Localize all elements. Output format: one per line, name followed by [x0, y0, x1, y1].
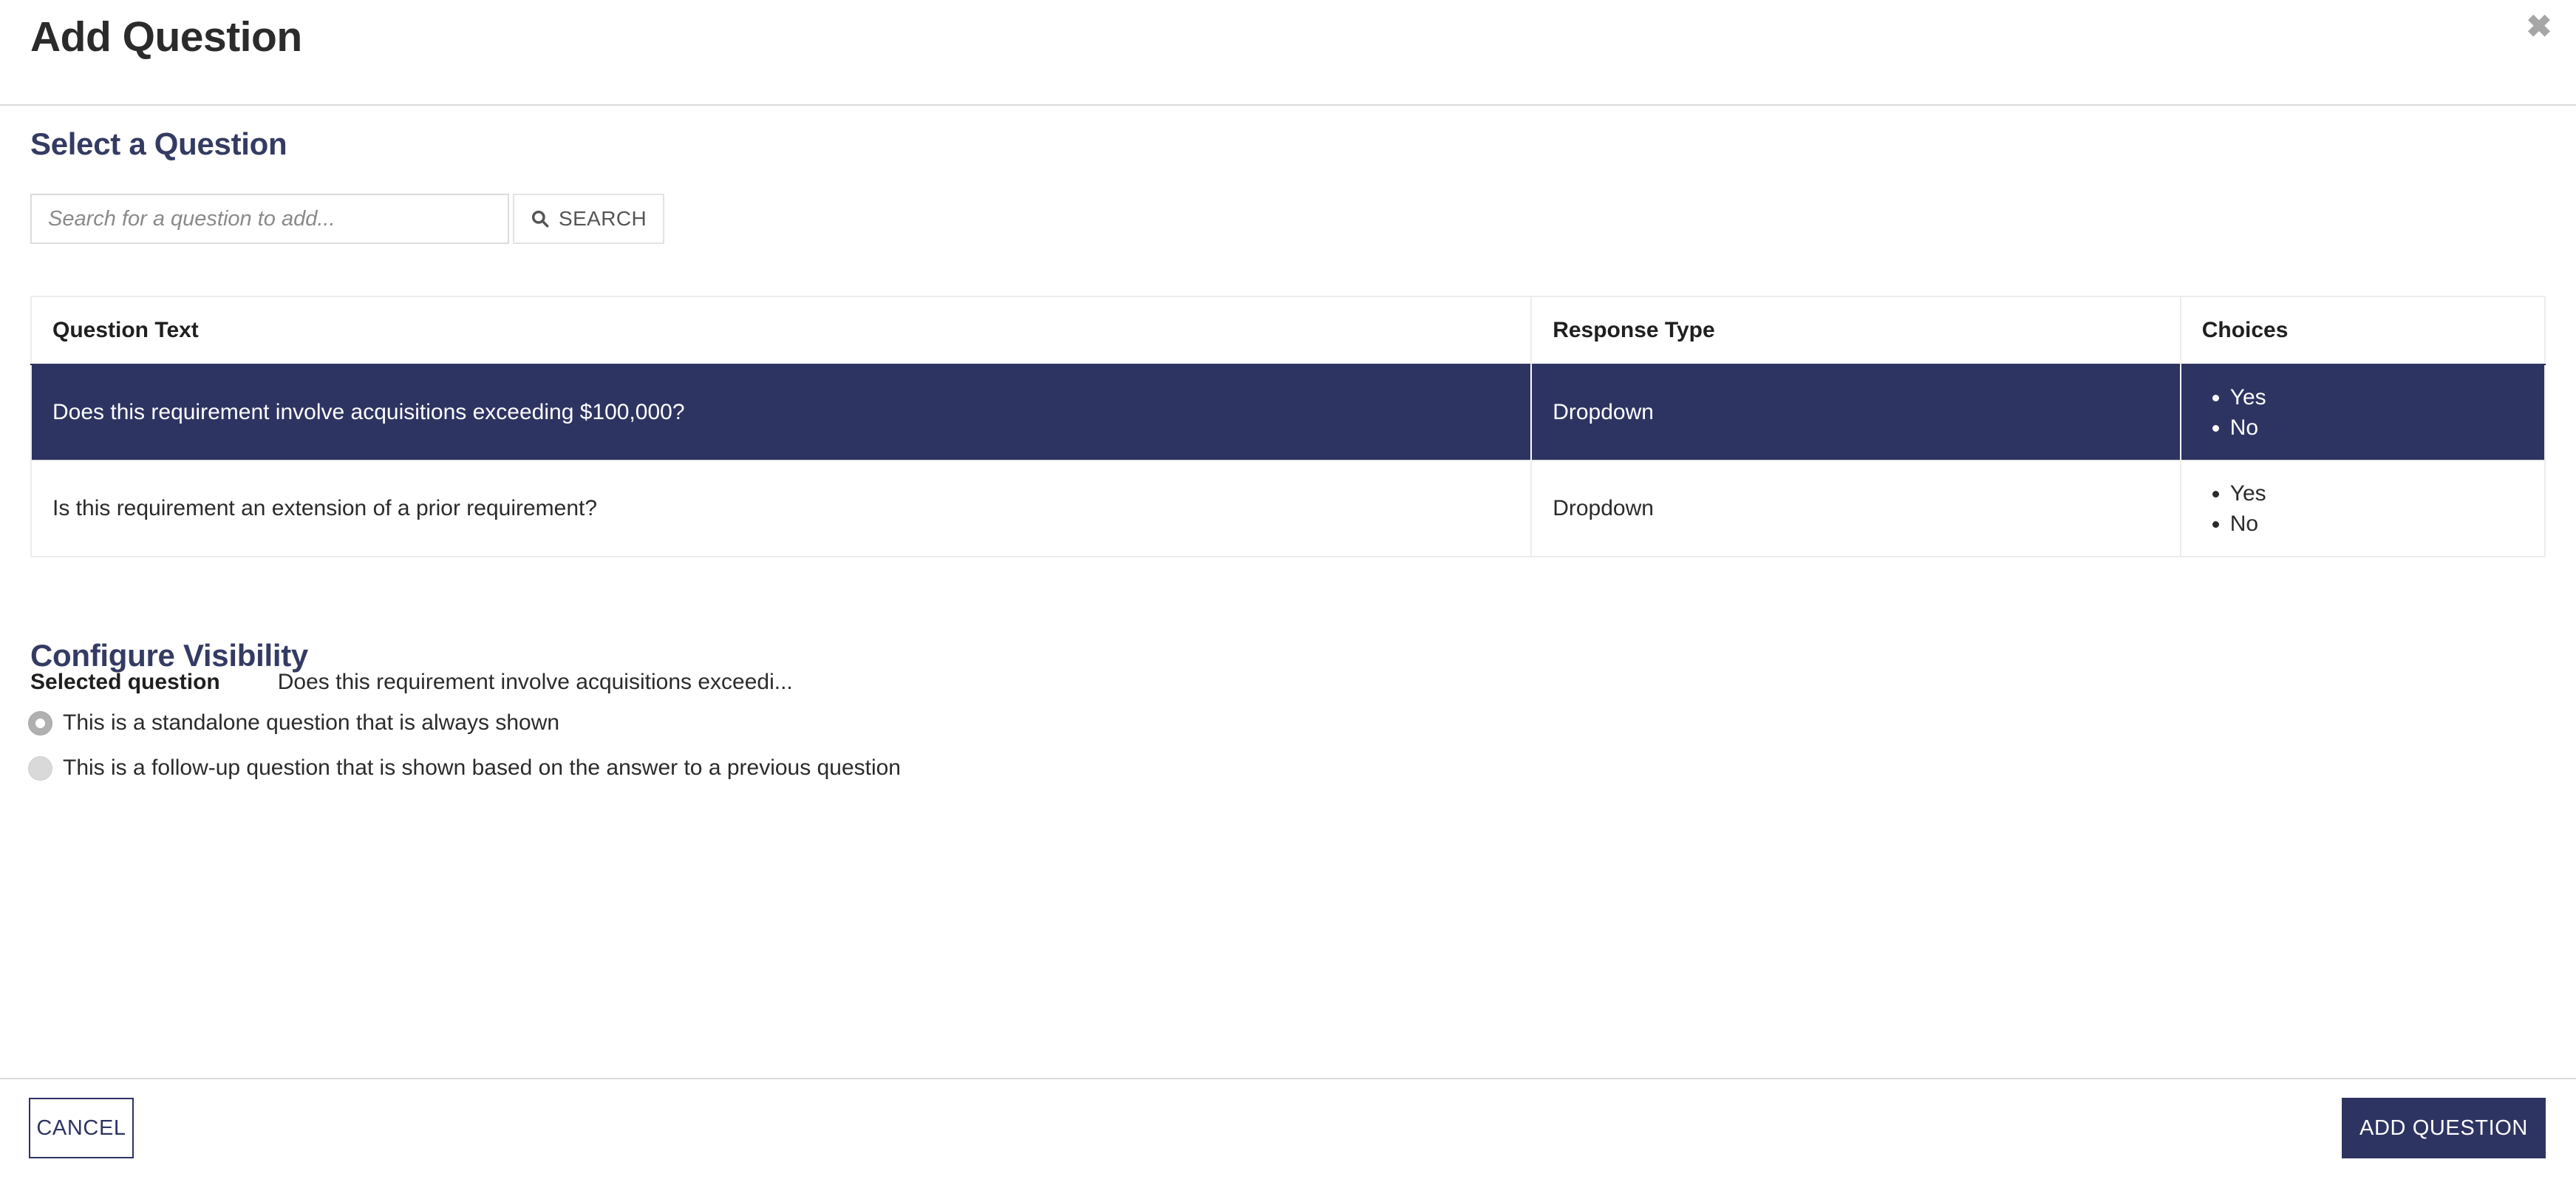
search-button-label: SEARCH	[559, 207, 647, 230]
column-header-choices: Choices	[2180, 296, 2545, 364]
modal-footer: CANCEL ADD QUESTION	[0, 1078, 2576, 1202]
list-item: Yes	[2230, 478, 2524, 509]
add-question-modal: Add Question ✖ Select a Question SEARCH	[0, 0, 2576, 1202]
choice-list: Yes No	[2202, 382, 2524, 443]
visibility-radio-group: This is a standalone question that is al…	[28, 701, 1506, 790]
table-header-row: Question Text Response Type Choices	[31, 296, 2545, 364]
column-header-response-type: Response Type	[1531, 296, 2181, 364]
cell-question-text: Is this requirement an extension of a pr…	[31, 460, 1533, 557]
cell-choices: Yes No	[2180, 364, 2545, 461]
modal-header: Add Question ✖	[0, 0, 2576, 106]
radio-icon	[28, 710, 52, 736]
close-icon[interactable]: ✖	[2517, 4, 2561, 49]
radio-icon	[28, 756, 52, 781]
table-row[interactable]: Does this requirement involve acquisitio…	[31, 364, 2545, 461]
list-item: No	[2230, 509, 2524, 539]
search-button[interactable]: SEARCH	[513, 194, 665, 244]
selected-question: Selected question Does this requirement …	[30, 670, 793, 695]
cancel-button[interactable]: CANCEL	[29, 1098, 134, 1158]
radio-option-label: This is a follow-up question that is sho…	[63, 756, 901, 780]
radio-option-label: This is a standalone question that is al…	[63, 710, 560, 735]
cell-question-text: Does this requirement involve acquisitio…	[31, 364, 1533, 461]
questions-table: Question Text Response Type Choices Does…	[30, 296, 2546, 557]
column-header-question-text: Question Text	[31, 296, 1533, 364]
select-question-heading: Select a Question	[30, 126, 287, 161]
cell-response-type: Dropdown	[1531, 460, 2181, 557]
search-icon	[531, 209, 550, 228]
configure-visibility-heading: Configure Visibility	[30, 638, 308, 673]
modal-body: Select a Question SEARCH Question Text	[0, 106, 2576, 1078]
radio-option-followup[interactable]: This is a follow-up question that is sho…	[28, 746, 1506, 790]
selected-question-value: Does this requirement involve acquisitio…	[277, 670, 793, 694]
search-input[interactable]	[30, 194, 509, 244]
selected-question-label: Selected question	[30, 670, 220, 694]
page-title: Add Question	[30, 13, 302, 61]
list-item: No	[2230, 412, 2524, 443]
table-row[interactable]: Is this requirement an extension of a pr…	[31, 460, 2545, 557]
list-item: Yes	[2230, 382, 2524, 412]
radio-option-standalone[interactable]: This is a standalone question that is al…	[28, 701, 1506, 745]
cell-choices: Yes No	[2180, 460, 2545, 557]
choice-list: Yes No	[2202, 478, 2524, 539]
add-question-button[interactable]: ADD QUESTION	[2342, 1098, 2546, 1158]
cell-response-type: Dropdown	[1531, 364, 2181, 461]
search-row: SEARCH	[30, 194, 665, 244]
